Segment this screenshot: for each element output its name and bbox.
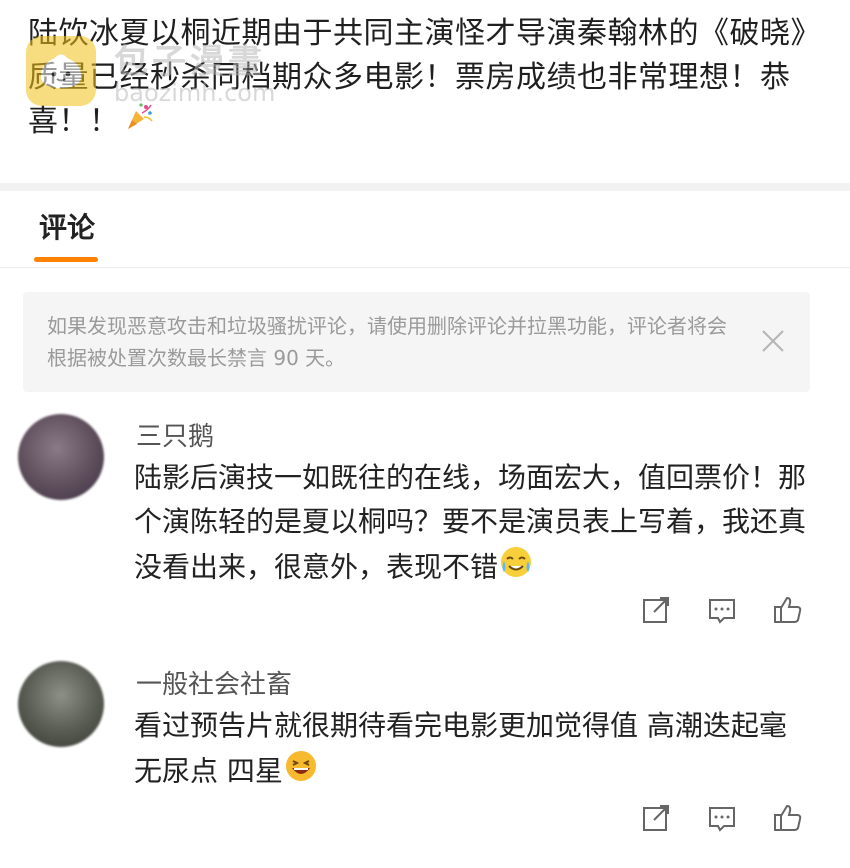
- section-divider: [0, 183, 850, 191]
- comment-icon[interactable]: [706, 594, 738, 626]
- thumbs-up-icon[interactable]: [772, 594, 804, 626]
- comment-icon[interactable]: [706, 802, 738, 834]
- tab-comments[interactable]: 评论: [39, 206, 95, 246]
- comment-text: 看过预告片就很期待看完电影更加觉得值 高潮迭起毫无尿点 四星: [134, 704, 814, 797]
- notice-text: 如果发现恶意攻击和垃圾骚扰评论，请使用删除评论并拉黑功能，评论者将会根据被处置次…: [47, 314, 727, 370]
- comment-author[interactable]: 三只鹅: [136, 416, 214, 453]
- thumbs-up-icon[interactable]: [772, 802, 804, 834]
- watermark-url: baozimh.com: [114, 79, 276, 107]
- watermark: 包子漫畫 baozimh.com: [26, 34, 275, 107]
- crying-smile-emoji-icon: [498, 544, 534, 593]
- avatar[interactable]: [18, 661, 104, 747]
- comment-actions: [640, 802, 804, 834]
- moderation-notice: 如果发现恶意攻击和垃圾骚扰评论，请使用删除评论并拉黑功能，评论者将会根据被处置次…: [23, 292, 810, 392]
- comment-text-content: 陆影后演技一如既往的在线，场面宏大，值回票价！那个演陈轻的是夏以桐吗？要不是演员…: [134, 461, 807, 584]
- watermark-name: 包子漫畫: [114, 42, 266, 82]
- comment-actions: [640, 594, 804, 626]
- comment-text-content: 看过预告片就很期待看完电影更加觉得值 高潮迭起毫无尿点 四星: [134, 709, 787, 788]
- tab-active-indicator: [34, 257, 98, 262]
- avatar[interactable]: [18, 414, 104, 500]
- share-icon[interactable]: [640, 802, 672, 834]
- laughing-emoji-icon: [283, 748, 319, 797]
- close-icon[interactable]: [760, 328, 786, 354]
- watermark-logo: [26, 35, 96, 106]
- comment-author[interactable]: 一般社会社畜: [136, 664, 292, 701]
- share-icon[interactable]: [640, 594, 672, 626]
- tab-divider: [0, 267, 850, 268]
- comment-text: 陆影后演技一如既往的在线，场面宏大，值回票价！那个演陈轻的是夏以桐吗？要不是演员…: [134, 456, 814, 593]
